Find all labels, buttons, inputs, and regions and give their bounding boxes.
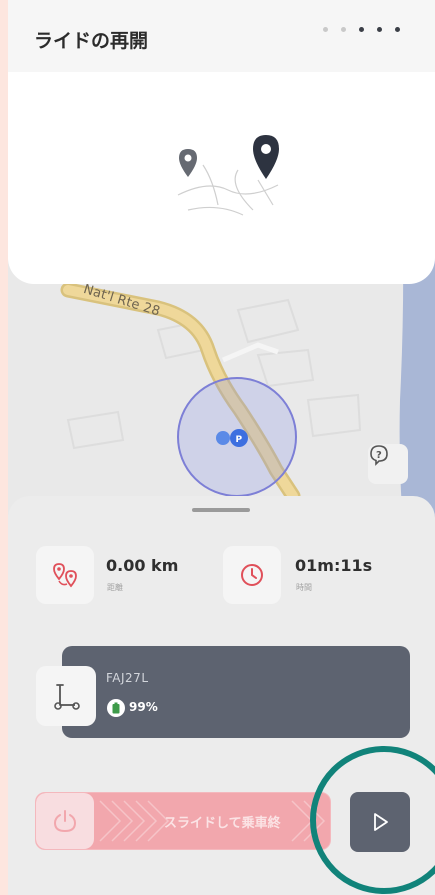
- distance-label: 距離: [107, 583, 123, 592]
- time-label: 時間: [296, 583, 312, 592]
- page-indicator: [323, 27, 400, 32]
- clock-icon: [241, 564, 263, 586]
- page-title: ライドの再開: [34, 30, 149, 52]
- card-header: ライドの再開: [8, 0, 435, 72]
- scooter-card[interactable]: [62, 646, 410, 738]
- page-dot: [377, 27, 382, 32]
- svg-text:?: ?: [376, 450, 382, 461]
- ride-info-panel: 0.00 km 距離 01m:11s 時間 FAJ27L 99% スライドして乗…: [8, 496, 435, 895]
- ride-resume-card: ライドの再開: [8, 0, 435, 284]
- distance-value: 0.00 km: [106, 556, 179, 575]
- power-icon: [53, 810, 77, 833]
- route-pin-icon: [53, 563, 77, 588]
- scooter-icon-box: [36, 666, 96, 726]
- svg-text:P: P: [236, 435, 243, 445]
- battery-icon: [107, 699, 125, 717]
- slider-knob[interactable]: [36, 793, 94, 849]
- slide-to-end-ride[interactable]: スライドして乗車終: [35, 792, 331, 850]
- highlight-ring: [310, 746, 435, 894]
- battery-glyph: [112, 702, 120, 714]
- time-value: 01m:11s: [295, 556, 373, 575]
- page-dot: [323, 27, 328, 32]
- map-pins-illustration-icon: [177, 135, 279, 216]
- help-bubble-icon: ?: [370, 445, 388, 466]
- panel-grabber[interactable]: [192, 508, 250, 512]
- time-stat-icon-box: [223, 546, 281, 604]
- help-button[interactable]: ?: [368, 444, 408, 484]
- scooter-icon: [54, 684, 80, 710]
- page-dot: [341, 27, 346, 32]
- ride-screen: P Nat'l Rte 28 ? ライドの再開 0.00 km 距離 01m:1…: [8, 0, 435, 895]
- battery-level: 99%: [129, 700, 158, 714]
- page-dot: [395, 27, 400, 32]
- page-dot: [359, 27, 364, 32]
- scooter-id: FAJ27L: [106, 671, 149, 685]
- slider-text: スライドして乗車終: [164, 816, 281, 831]
- distance-stat-icon-box: [36, 546, 94, 604]
